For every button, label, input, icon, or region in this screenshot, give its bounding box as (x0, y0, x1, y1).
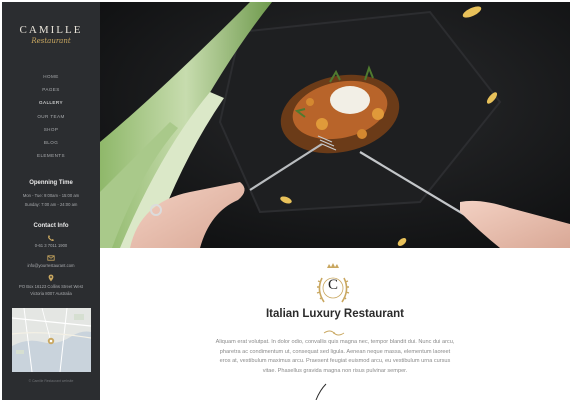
opening-time-title: Openning Time (29, 180, 73, 186)
hero-image (100, 2, 570, 248)
opening-hours-sunday: Sunday: 7:00 am - 24:00 am (24, 202, 78, 207)
logo-name: CAMILLE (19, 24, 83, 36)
mail-icon (47, 254, 55, 262)
opening-hours-weekday: Mon - Tue: 9:00am - 15:00 am (22, 193, 80, 198)
nav-item-our-team[interactable]: OUR TEAM (2, 110, 100, 123)
logo[interactable]: CAMILLE Restaurant (2, 24, 100, 45)
location-map[interactable] (12, 308, 91, 372)
signature-flourish-icon (310, 382, 334, 400)
logo-tagline: Restaurant (31, 37, 71, 45)
nav-item-pages[interactable]: PAGES (2, 83, 100, 96)
intro-section: C Italian Luxury Restaurant Aliquam erat… (100, 248, 570, 400)
nav-item-shop[interactable]: SHOP (2, 123, 100, 136)
copyright-text: © Camille Restaurant website (28, 379, 74, 383)
ornament-divider-icon (322, 324, 346, 336)
nav-item-home[interactable]: HOME (2, 70, 100, 83)
restaurant-emblem-icon: C (310, 262, 356, 308)
main-nav: HOME PAGES GALLERY OUR TEAM SHOP BLOG EL… (2, 70, 100, 162)
phone-icon (47, 234, 55, 242)
contact-address-line-2: Victoria 8007 Australia (30, 291, 72, 296)
nav-item-blog[interactable]: BLOG (2, 136, 100, 149)
nav-item-gallery[interactable]: GALLERY (2, 96, 100, 109)
sidebar: CAMILLE Restaurant HOME PAGES GALLERY OU… (2, 2, 100, 400)
nav-item-elements[interactable]: ELEMENTS (2, 149, 100, 162)
contact-address-line-1: PO Box 16123 Collins Street West (19, 284, 83, 289)
contact-phone[interactable]: 0-61 3 7011 1900 (2, 243, 100, 248)
intro-description: Aliquam erat volutpat. In dolor odio, co… (215, 339, 455, 374)
page-title: Italian Luxury Restaurant (265, 308, 405, 320)
contact-info-title: Contact Info (33, 223, 69, 229)
location-pin-icon (47, 274, 55, 282)
contact-email[interactable]: info@yourrestaurant.com (2, 263, 100, 268)
emblem-letter: C (327, 277, 338, 293)
page: CAMILLE Restaurant HOME PAGES GALLERY OU… (0, 0, 570, 400)
